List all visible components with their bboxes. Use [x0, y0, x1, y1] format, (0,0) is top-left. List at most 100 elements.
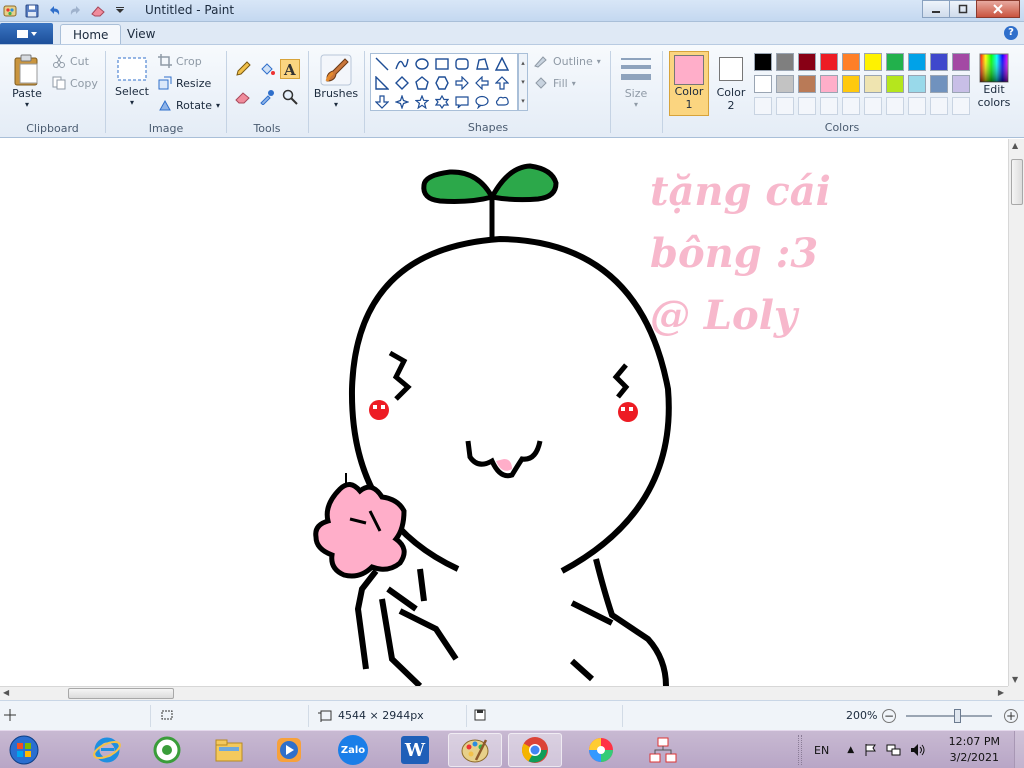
palette-color-swatch[interactable] — [930, 53, 948, 71]
close-button[interactable] — [976, 0, 1020, 18]
palette-color-swatch[interactable] — [864, 75, 882, 93]
select-button[interactable]: Select ▾ — [114, 55, 150, 107]
palette-color-swatch[interactable] — [930, 75, 948, 93]
palette-color-swatch[interactable] — [820, 75, 838, 93]
right-triangle-shape-icon[interactable] — [373, 74, 391, 92]
taskbar-network-app[interactable] — [636, 733, 690, 767]
curve-shape-icon[interactable] — [393, 55, 411, 73]
up-arrow-shape-icon[interactable] — [493, 74, 511, 92]
color1-button[interactable]: Color 1 — [669, 51, 709, 116]
redo-icon[interactable] — [68, 3, 84, 19]
palette-color-swatch[interactable] — [864, 53, 882, 71]
help-icon[interactable]: ? — [1004, 26, 1018, 40]
brushes-button[interactable]: Brushes ▾ — [312, 53, 360, 109]
taskbar-chrome[interactable] — [508, 733, 562, 767]
pencil-tool[interactable] — [233, 59, 253, 79]
palette-color-swatch[interactable] — [820, 53, 838, 71]
palette-empty-swatch[interactable] — [886, 97, 904, 115]
fill-tool[interactable] — [257, 59, 277, 79]
diamond-shape-icon[interactable] — [393, 74, 411, 92]
rounded-rectangle-shape-icon[interactable] — [453, 55, 471, 73]
eraser-quick-icon[interactable] — [90, 3, 106, 19]
fill-button[interactable]: Fill ▾ — [533, 76, 576, 90]
taskbar-coccoc[interactable] — [140, 733, 194, 767]
palette-color-swatch[interactable] — [952, 75, 970, 93]
line-shape-icon[interactable] — [373, 55, 391, 73]
resize-button[interactable]: Resize — [158, 76, 211, 90]
polygon-shape-icon[interactable] — [473, 55, 491, 73]
palette-color-swatch[interactable] — [908, 53, 926, 71]
right-arrow-shape-icon[interactable] — [453, 74, 471, 92]
language-indicator[interactable]: EN — [814, 744, 829, 757]
oval-callout-shape-icon[interactable] — [473, 93, 491, 111]
magnifier-tool[interactable] — [280, 87, 300, 107]
palette-empty-swatch[interactable] — [952, 97, 970, 115]
vertical-scroll-thumb[interactable] — [1011, 159, 1023, 205]
undo-icon[interactable] — [46, 3, 62, 19]
scroll-up-arrow-icon[interactable]: ▲ — [1012, 141, 1018, 150]
crop-button[interactable]: Crop — [158, 54, 202, 68]
left-arrow-shape-icon[interactable] — [473, 74, 491, 92]
save-icon[interactable] — [24, 3, 40, 19]
five-point-star-shape-icon[interactable] — [413, 93, 431, 111]
cloud-callout-shape-icon[interactable] — [493, 93, 511, 111]
four-point-star-shape-icon[interactable] — [393, 93, 411, 111]
customize-qat-chevron-icon[interactable] — [112, 3, 128, 19]
taskbar-color-app[interactable] — [574, 733, 628, 767]
size-button[interactable]: Size ▾ — [616, 53, 656, 109]
scroll-right-arrow-icon[interactable]: ▶ — [998, 688, 1004, 697]
down-arrow-shape-icon[interactable] — [373, 93, 391, 111]
palette-color-swatch[interactable] — [776, 53, 794, 71]
paste-button[interactable]: Paste ▾ — [8, 53, 46, 109]
scroll-left-arrow-icon[interactable]: ◀ — [3, 688, 9, 697]
network-icon[interactable] — [886, 743, 902, 757]
hexagon-shape-icon[interactable] — [433, 74, 451, 92]
palette-empty-swatch[interactable] — [908, 97, 926, 115]
zoom-out-button[interactable]: − — [882, 709, 896, 723]
file-menu-button[interactable] — [0, 23, 53, 44]
color-picker-tool[interactable] — [257, 87, 277, 107]
volume-icon[interactable] — [910, 743, 926, 757]
palette-empty-swatch[interactable] — [754, 97, 772, 115]
oval-shape-icon[interactable] — [413, 55, 431, 73]
six-point-star-shape-icon[interactable] — [433, 93, 451, 111]
taskbar-zalo[interactable]: Zalo — [326, 733, 380, 767]
palette-empty-swatch[interactable] — [798, 97, 816, 115]
horizontal-scrollbar[interactable]: ◀ ▶ — [0, 686, 1008, 700]
cut-button[interactable]: Cut — [52, 54, 89, 68]
drawing-canvas[interactable]: tặng cái bông :3 @ Loly — [0, 139, 1008, 686]
triangle-shape-icon[interactable] — [493, 55, 511, 73]
taskbar-internet-explorer[interactable] — [80, 733, 134, 767]
minimize-button[interactable] — [922, 0, 950, 18]
show-desktop-button[interactable] — [1014, 731, 1024, 768]
palette-empty-swatch[interactable] — [930, 97, 948, 115]
outline-button[interactable]: Outline ▾ — [533, 54, 601, 68]
zoom-slider-thumb[interactable] — [954, 709, 961, 723]
taskbar-word[interactable]: W — [388, 733, 442, 767]
color2-button[interactable]: Color 2 — [712, 55, 750, 112]
palette-color-swatch[interactable] — [952, 53, 970, 71]
pentagon-shape-icon[interactable] — [413, 74, 431, 92]
palette-empty-swatch[interactable] — [842, 97, 860, 115]
scroll-down-arrow-icon[interactable]: ▼ — [1012, 675, 1018, 684]
horizontal-scroll-thumb[interactable] — [68, 688, 174, 699]
show-hidden-icons-icon[interactable]: ▲ — [847, 745, 854, 755]
text-tool[interactable]: A — [280, 59, 300, 79]
palette-color-swatch[interactable] — [798, 53, 816, 71]
palette-empty-swatch[interactable] — [864, 97, 882, 115]
shapes-scroll[interactable]: ▴ ▾ ▾ — [518, 53, 528, 111]
zoom-in-button[interactable]: + — [1004, 709, 1018, 723]
palette-color-swatch[interactable] — [886, 75, 904, 93]
vertical-scrollbar[interactable]: ▲ ▼ — [1008, 139, 1024, 686]
rotate-button[interactable]: Rotate ▾ — [158, 98, 220, 112]
palette-empty-swatch[interactable] — [776, 97, 794, 115]
zoom-slider-track[interactable] — [906, 715, 992, 717]
palette-empty-swatch[interactable] — [820, 97, 838, 115]
rectangular-callout-shape-icon[interactable] — [453, 93, 471, 111]
taskbar-paint[interactable] — [448, 733, 502, 767]
tab-home[interactable]: Home — [60, 24, 122, 44]
palette-color-swatch[interactable] — [754, 75, 772, 93]
palette-color-swatch[interactable] — [842, 53, 860, 71]
taskbar-file-explorer[interactable] — [202, 733, 256, 767]
rectangle-shape-icon[interactable] — [433, 55, 451, 73]
